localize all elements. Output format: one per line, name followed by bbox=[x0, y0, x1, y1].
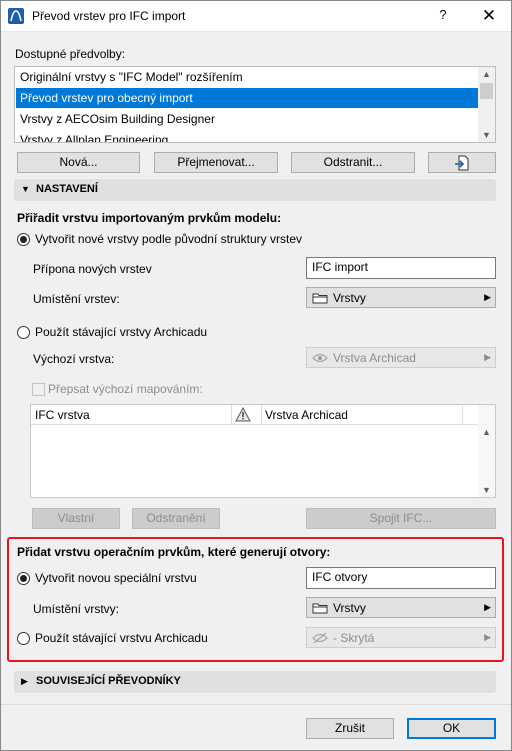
import-export-icon bbox=[455, 155, 469, 171]
delete-preset-button[interactable]: Odstranit... bbox=[291, 152, 415, 173]
openings-placement-dropdown[interactable]: Vrstvy ▶ bbox=[306, 597, 496, 618]
scroll-down-icon[interactable]: ▼ bbox=[478, 128, 495, 142]
radio-create-special-layer-label[interactable]: Vytvořit novou speciální vrstvu bbox=[35, 571, 197, 585]
hidden-eye-icon bbox=[312, 632, 328, 644]
dropdown-arrow-icon: ▶ bbox=[484, 352, 491, 362]
radio-create-new-layers[interactable] bbox=[17, 233, 30, 246]
existing-layer-value: - Skrytá bbox=[333, 631, 375, 645]
suffix-input[interactable]: IFC import bbox=[306, 257, 496, 279]
col-archicad-layer[interactable]: Vrstva Archicad bbox=[265, 408, 348, 422]
remove-button[interactable]: Odstranění bbox=[132, 508, 220, 529]
openings-layer-label: Přidat vrstvu operačním prvkům, které ge… bbox=[17, 545, 331, 559]
title-bar: Převod vrstev pro IFC import ? ✕ bbox=[0, 0, 512, 32]
placement-dropdown[interactable]: Vrstvy ▶ bbox=[306, 287, 496, 308]
default-layer-label: Výchozí vrstva: bbox=[33, 352, 115, 366]
eye-icon bbox=[312, 354, 328, 362]
radio-use-existing-layers[interactable] bbox=[17, 326, 30, 339]
cancel-button[interactable]: Zrušit bbox=[306, 718, 394, 739]
radio-use-existing-layers-label[interactable]: Použít stávající vrstvy Archicadu bbox=[35, 325, 207, 339]
override-mapping-label: Přepsat výchozí mapováním: bbox=[48, 382, 203, 396]
dropdown-arrow-icon: ▶ bbox=[484, 632, 491, 642]
table-header: IFC vrstva Vrstva Archicad bbox=[31, 405, 478, 425]
new-preset-button[interactable]: Nová... bbox=[17, 152, 140, 173]
window-title: Převod vrstev pro IFC import bbox=[32, 9, 186, 23]
dropdown-arrow-icon: ▶ bbox=[484, 602, 491, 612]
ok-button[interactable]: OK bbox=[407, 718, 496, 739]
presets-list[interactable]: Originální vrstvy s "IFC Model" rozšířen… bbox=[14, 66, 496, 143]
close-button[interactable]: ✕ bbox=[478, 6, 500, 26]
placement-value: Vrstvy bbox=[333, 291, 366, 305]
radio-create-special-layer[interactable] bbox=[17, 572, 30, 585]
settings-section-header[interactable]: ▼ NASTAVENÍ bbox=[14, 179, 496, 201]
placement-label: Umístění vrstev: bbox=[33, 292, 120, 306]
help-button[interactable]: ? bbox=[434, 7, 452, 25]
warning-icon bbox=[235, 407, 251, 422]
collapse-arrow-icon: ▼ bbox=[21, 184, 30, 194]
presets-label: Dostupné předvolby: bbox=[15, 47, 126, 61]
radio-use-existing-layer-label[interactable]: Použít stávající vrstvu Archicadu bbox=[35, 631, 208, 645]
col-ifc-layer[interactable]: IFC vrstva bbox=[35, 408, 90, 422]
openings-placement-label: Umístění vrstvy: bbox=[33, 602, 120, 616]
settings-header-label: NASTAVENÍ bbox=[36, 183, 98, 195]
footer-divider bbox=[0, 704, 512, 705]
preset-item[interactable]: Vrstvy z Allplan Engineering bbox=[16, 130, 479, 142]
expand-arrow-icon: ▶ bbox=[21, 676, 28, 686]
radio-use-existing-layer[interactable] bbox=[17, 632, 30, 645]
preset-item-selected[interactable]: Převod vrstev pro obecný import bbox=[16, 88, 479, 108]
folder-icon bbox=[312, 293, 328, 304]
radio-create-new-layers-label[interactable]: Vytvořit nové vrstvy podle původní struk… bbox=[35, 232, 302, 246]
default-layer-dropdown[interactable]: Vrstva Archicad ▶ bbox=[306, 347, 496, 368]
default-layer-value: Vrstva Archicad bbox=[333, 351, 416, 365]
scroll-thumb[interactable] bbox=[480, 83, 493, 99]
mapping-table[interactable]: IFC vrstva Vrstva Archicad ▲ ▼ bbox=[30, 404, 496, 498]
scroll-up-icon[interactable]: ▲ bbox=[478, 425, 495, 439]
suffix-label: Přípona nových vrstev bbox=[33, 262, 152, 276]
custom-button[interactable]: Vlastní bbox=[32, 508, 120, 529]
openings-placement-value: Vrstvy bbox=[333, 601, 366, 615]
import-export-button[interactable] bbox=[428, 152, 496, 173]
merge-ifc-button[interactable]: Spojit IFC... bbox=[306, 508, 496, 529]
scroll-down-icon[interactable]: ▼ bbox=[478, 483, 495, 497]
related-converters-label: SOUVISEJÍCÍ PŘEVODNÍKY bbox=[36, 675, 181, 687]
folder-icon bbox=[312, 603, 328, 614]
preset-item[interactable]: Vrstvy z AECOsim Building Designer bbox=[16, 109, 479, 129]
table-scrollbar[interactable]: ▲ ▼ bbox=[478, 405, 495, 497]
special-layer-name-input[interactable]: IFC otvory bbox=[306, 567, 496, 589]
related-converters-section-header[interactable]: ▶ SOUVISEJÍCÍ PŘEVODNÍKY bbox=[14, 671, 496, 693]
existing-layer-dropdown[interactable]: - Skrytá ▶ bbox=[306, 627, 496, 648]
presets-scrollbar[interactable]: ▲ ▼ bbox=[478, 67, 495, 142]
preset-item[interactable]: Originální vrstvy s "IFC Model" rozšířen… bbox=[16, 67, 479, 87]
dropdown-arrow-icon: ▶ bbox=[484, 292, 491, 302]
archicad-logo-icon bbox=[8, 8, 24, 24]
rename-preset-button[interactable]: Přejmenovat... bbox=[154, 152, 278, 173]
assign-layer-label: Přiřadit vrstvu importovaným prvkům mode… bbox=[17, 211, 282, 225]
override-mapping-checkbox[interactable] bbox=[32, 383, 45, 396]
scroll-up-icon[interactable]: ▲ bbox=[478, 67, 495, 81]
